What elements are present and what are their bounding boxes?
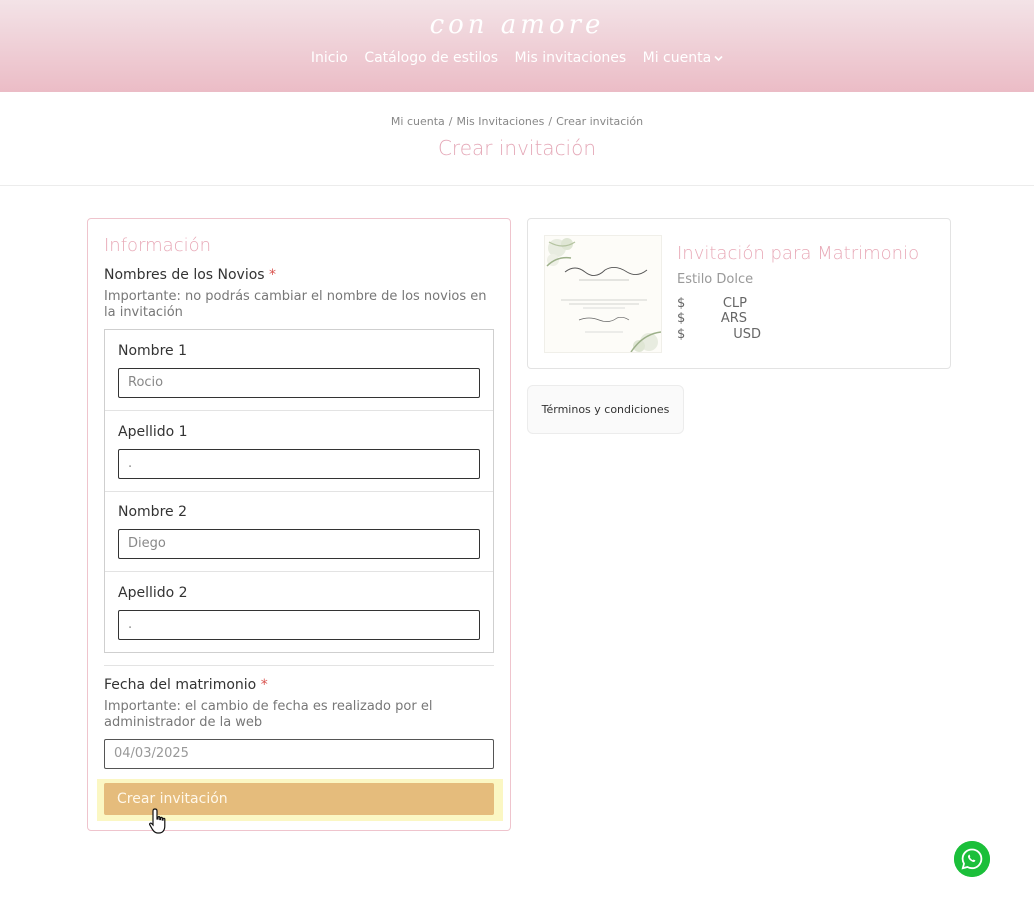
nav-catalogo[interactable]: Catálogo de estilos [364, 50, 498, 66]
date-label: Fecha del matrimonio * [104, 677, 268, 693]
hand-cursor-icon [149, 808, 166, 834]
invitation-form: Información Nombres de los Novios * Impo… [87, 218, 511, 834]
price-currency: ARS [720, 311, 747, 326]
product-style: Estilo Dolce [677, 272, 754, 287]
nav-label: Mis invitaciones [514, 50, 627, 66]
page-heading: Mi cuenta / Mis Invitaciones / Crear invitac… [0, 92, 1034, 186]
date-help: Importante: el cambio de fecha es realiz… [104, 699, 433, 730]
page-title: Crear invitación [437, 136, 597, 160]
breadcrumb: Mi cuenta / Mis Invitaciones / Crear invitac… [0, 115, 1034, 128]
breadcrumb-mis-invitaciones[interactable]: Mis Invitaciones [456, 115, 544, 128]
date-label-text: Fecha del matrimonio [104, 677, 257, 693]
section-title: Información [104, 235, 212, 256]
invitation-thumbnail[interactable] [544, 235, 662, 353]
whatsapp-icon [954, 841, 990, 877]
names-label: Nombres de los Novios * [104, 267, 276, 283]
product-card: Invitación para Matrimonio Estilo Dolce … [527, 218, 951, 369]
chevron-down-icon [714, 54, 723, 65]
names-group: Nombre 1 Rocio Apellido 1 . Nombre 2 Die… [104, 329, 494, 653]
name-1-input[interactable]: Rocio [118, 368, 480, 398]
nav-mi-cuenta[interactable]: Mi cuenta [643, 50, 724, 66]
required-mark: * [260, 677, 268, 693]
names-help: Importante: no podrás cambiar el nombre … [104, 289, 487, 320]
name-1-row: Nombre 1 Rocio [105, 330, 493, 411]
name-2-input[interactable]: Diego [118, 529, 480, 559]
nav-label: Catálogo de estilos [364, 50, 499, 66]
terms-button[interactable]: Términos y condiciones [527, 385, 684, 434]
price-symbol: $ [677, 311, 686, 326]
required-mark: * [269, 267, 277, 283]
nav-inicio[interactable]: Inicio [311, 50, 348, 66]
nav-label: Mi cuenta [642, 50, 712, 66]
surname-1-row: Apellido 1 . [105, 411, 493, 492]
breadcrumb-separator: / [448, 115, 453, 128]
surname-1-input[interactable]: . [118, 449, 480, 479]
nav-label: Inicio [310, 50, 348, 66]
price-symbol: $ [677, 327, 686, 342]
name-2-label: Nombre 2 [118, 504, 187, 520]
wedding-date-input[interactable]: 04/03/2025 [104, 739, 494, 769]
breadcrumb-current: Crear invitación [556, 115, 644, 128]
main-nav: Inicio Catálogo de estilos Mis invitacio… [0, 50, 1034, 66]
name-2-row: Nombre 2 Diego [105, 491, 493, 572]
whatsapp-button[interactable] [954, 841, 990, 877]
product-title: Invitación para Matrimonio [677, 243, 920, 264]
price-symbol: $ [677, 296, 686, 311]
price-currency: CLP [722, 296, 747, 311]
names-label-text: Nombres de los Novios [104, 267, 265, 283]
nav-mis-invitaciones[interactable]: Mis invitaciones [515, 50, 627, 66]
site-logo[interactable]: con amore [0, 10, 1034, 40]
breadcrumb-separator: / [548, 115, 553, 128]
invitation-preview-image [545, 236, 661, 352]
price-currency: USD [733, 327, 761, 342]
surname-1-label: Apellido 1 [118, 424, 188, 440]
divider [104, 665, 494, 666]
surname-2-input[interactable]: . [118, 610, 480, 640]
site-header: con amore Inicio Catálogo de estilos Mis… [0, 0, 1034, 92]
surname-2-label: Apellido 2 [118, 585, 188, 601]
breadcrumb-mi-cuenta[interactable]: Mi cuenta [391, 115, 445, 128]
name-1-label: Nombre 1 [118, 343, 187, 359]
surname-2-row: Apellido 2 . [105, 572, 493, 653]
